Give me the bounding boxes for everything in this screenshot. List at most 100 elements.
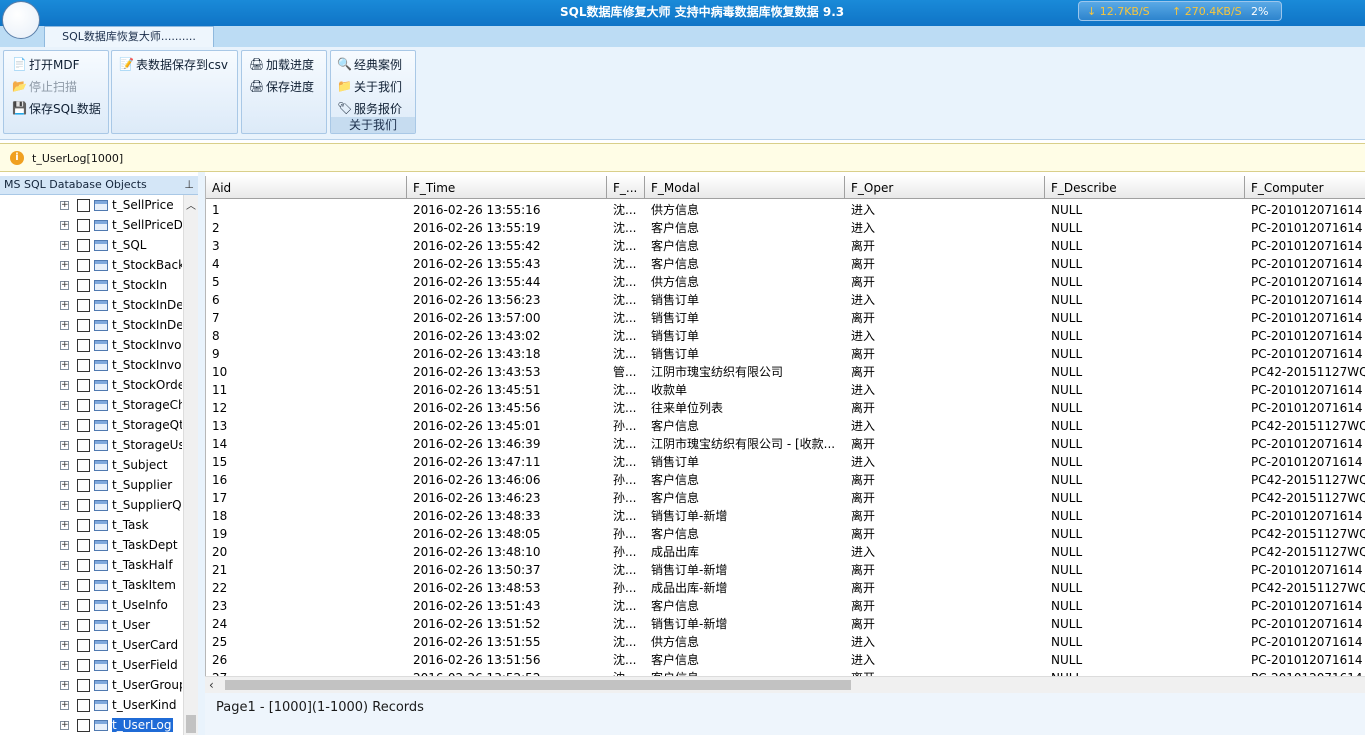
table-row[interactable]: 6 2016-02-26 13:56:23 沈... 销售订单 进入 NULL PC-201…	[206, 291, 1365, 309]
table-row[interactable]: 23 2016-02-26 13:51:43 沈... 客户信息 离开 NULL PC-20…	[206, 597, 1365, 615]
tree-item[interactable]: + t_StockInvoi	[0, 336, 198, 356]
table-row[interactable]: 25 2016-02-26 13:51:55 沈... 供方信息 进入 NULL PC-20…	[206, 633, 1365, 651]
tree-item[interactable]: + t_StockInvoi	[0, 356, 198, 376]
table-checkbox[interactable]	[77, 599, 90, 612]
pin-icon[interactable]: ⊥	[184, 178, 194, 191]
grid-horizontal-scrollbar[interactable]: ‹	[205, 676, 1365, 693]
table-checkbox[interactable]	[77, 419, 90, 432]
table-row[interactable]: 18 2016-02-26 13:48:33 沈... 销售订单-新增 离开 NULL PC…	[206, 507, 1365, 525]
table-row[interactable]: 3 2016-02-26 13:55:42 沈... 客户信息 离开 NULL PC-201…	[206, 237, 1365, 255]
table-row[interactable]: 7 2016-02-26 13:57:00 沈... 销售订单 离开 NULL PC-201…	[206, 309, 1365, 327]
tree-item[interactable]: + t_UserGroup	[0, 676, 198, 696]
service-price-button[interactable]: 🏷 服务报价	[337, 98, 402, 118]
expand-icon[interactable]: +	[60, 281, 69, 290]
table-row[interactable]: 15 2016-02-26 13:47:11 沈... 销售订单 进入 NULL PC-20…	[206, 453, 1365, 471]
about-us-button[interactable]: 📁 关于我们	[337, 76, 402, 96]
table-row[interactable]: 12 2016-02-26 13:45:56 沈... 往来单位列表 离开 NULL PC-…	[206, 399, 1365, 417]
expand-icon[interactable]: +	[60, 261, 69, 270]
table-row[interactable]: 13 2016-02-26 13:45:01 孙... 客户信息 进入 NULL PC42-…	[206, 417, 1365, 435]
tree-item[interactable]: + t_StockInDet	[0, 296, 198, 316]
table-checkbox[interactable]	[77, 439, 90, 452]
tree-item[interactable]: + t_UserLog	[0, 716, 198, 735]
expand-icon[interactable]: +	[60, 201, 69, 210]
table-row[interactable]: 14 2016-02-26 13:46:39 沈... 江阴市瑰宝纺织有限公司 - […	[206, 435, 1365, 453]
tree-item[interactable]: + t_StorageUs	[0, 436, 198, 456]
expand-icon[interactable]: +	[60, 301, 69, 310]
expand-icon[interactable]: +	[60, 421, 69, 430]
table-row[interactable]: 26 2016-02-26 13:51:56 沈... 客户信息 进入 NULL PC-20…	[206, 651, 1365, 669]
table-checkbox[interactable]	[77, 499, 90, 512]
tree-item[interactable]: + t_StockInDet	[0, 316, 198, 336]
expand-icon[interactable]: +	[60, 441, 69, 450]
expand-icon[interactable]: +	[60, 481, 69, 490]
scroll-up-icon[interactable]: ︿	[186, 197, 196, 212]
tree-item[interactable]: + t_SupplierQc	[0, 496, 198, 516]
column-header[interactable]: F_Computer	[1245, 176, 1365, 198]
column-header[interactable]: F_Oper	[845, 176, 1045, 198]
expand-icon[interactable]: +	[60, 381, 69, 390]
expand-icon[interactable]: +	[60, 401, 69, 410]
column-header[interactable]: F_...	[607, 176, 645, 198]
tree-item[interactable]: + t_UseInfo	[0, 596, 198, 616]
tree-item[interactable]: + t_UserField	[0, 656, 198, 676]
table-checkbox[interactable]	[77, 659, 90, 672]
expand-icon[interactable]: +	[60, 721, 69, 730]
table-row[interactable]: 22 2016-02-26 13:48:53 孙... 成品出库-新增 离开 NULL PC…	[206, 579, 1365, 597]
table-row[interactable]: 272016-02-26 13:52:52沈...客户信息离开NULLPC-20…	[206, 669, 1365, 676]
table-row[interactable]: 20 2016-02-26 13:48:10 孙... 成品出库 进入 NULL PC42-…	[206, 543, 1365, 561]
expand-icon[interactable]: +	[60, 681, 69, 690]
scroll-thumb[interactable]	[186, 715, 196, 733]
expand-icon[interactable]: +	[60, 541, 69, 550]
table-checkbox[interactable]	[77, 719, 90, 732]
table-checkbox[interactable]	[77, 259, 90, 272]
table-row[interactable]: 1 2016-02-26 13:55:16 沈... 供方信息 进入 NULL PC-201…	[206, 201, 1365, 219]
table-row[interactable]: 10 2016-02-26 13:43:53 管... 江阴市瑰宝纺织有限公司 离开 NU…	[206, 363, 1365, 381]
table-row[interactable]: 2 2016-02-26 13:55:19 沈... 客户信息 进入 NULL PC-201…	[206, 219, 1365, 237]
tab-sql-recovery[interactable]: SQL数据库恢复大师..........	[44, 26, 214, 47]
table-checkbox[interactable]	[77, 239, 90, 252]
table-checkbox[interactable]	[77, 639, 90, 652]
tree-item[interactable]: + t_UserKind	[0, 696, 198, 716]
expand-icon[interactable]: +	[60, 341, 69, 350]
column-header[interactable]: F_Modal	[645, 176, 845, 198]
tree-item[interactable]: + t_TaskDept	[0, 536, 198, 556]
table-checkbox[interactable]	[77, 479, 90, 492]
column-header[interactable]: F_Describe	[1045, 176, 1245, 198]
table-checkbox[interactable]	[77, 519, 90, 532]
table-row[interactable]: 9 2016-02-26 13:43:18 沈... 销售订单 离开 NULL PC-201…	[206, 345, 1365, 363]
tree-item[interactable]: + t_SellPriceDe	[0, 216, 198, 236]
table-checkbox[interactable]	[77, 199, 90, 212]
table-row[interactable]: 24 2016-02-26 13:51:52 沈... 销售订单-新增 离开 NULL PC…	[206, 615, 1365, 633]
table-row[interactable]: 11 2016-02-26 13:45:51 沈... 收款单 进入 NULL PC-201…	[206, 381, 1365, 399]
tree-item[interactable]: + t_SQL	[0, 236, 198, 256]
tree-item[interactable]: + t_SellPrice	[0, 196, 198, 216]
table-checkbox[interactable]	[77, 339, 90, 352]
expand-icon[interactable]: +	[60, 321, 69, 330]
tree-item[interactable]: + t_StorageCh	[0, 396, 198, 416]
scroll-thumb[interactable]	[225, 680, 851, 690]
table-checkbox[interactable]	[77, 299, 90, 312]
table-checkbox[interactable]	[77, 699, 90, 712]
scroll-left-icon[interactable]: ‹	[209, 678, 214, 692]
panel-splitter[interactable]	[198, 172, 205, 735]
tree-item[interactable]: + t_Supplier	[0, 476, 198, 496]
column-header[interactable]: F_Time	[407, 176, 607, 198]
save-csv-button[interactable]: 📝 表数据保存到csv	[119, 54, 228, 74]
tree-item[interactable]: + t_UserCard	[0, 636, 198, 656]
expand-icon[interactable]: +	[60, 241, 69, 250]
expand-icon[interactable]: +	[60, 221, 69, 230]
table-checkbox[interactable]	[77, 539, 90, 552]
save-sql-button[interactable]: 💾 保存SQL数据	[12, 98, 101, 118]
expand-icon[interactable]: +	[60, 641, 69, 650]
tree-item[interactable]: + t_StockIn	[0, 276, 198, 296]
table-checkbox[interactable]	[77, 359, 90, 372]
table-checkbox[interactable]	[77, 379, 90, 392]
column-header[interactable]: Aid	[206, 176, 407, 198]
tree-item[interactable]: + t_StorageQt	[0, 416, 198, 436]
table-checkbox[interactable]	[77, 399, 90, 412]
tree-item[interactable]: + t_StockBack	[0, 256, 198, 276]
table-checkbox[interactable]	[77, 319, 90, 332]
open-mdf-button[interactable]: 📄 打开MDF	[12, 54, 80, 74]
table-checkbox[interactable]	[77, 279, 90, 292]
table-row[interactable]: 5 2016-02-26 13:55:44 沈... 供方信息 离开 NULL PC-201…	[206, 273, 1365, 291]
